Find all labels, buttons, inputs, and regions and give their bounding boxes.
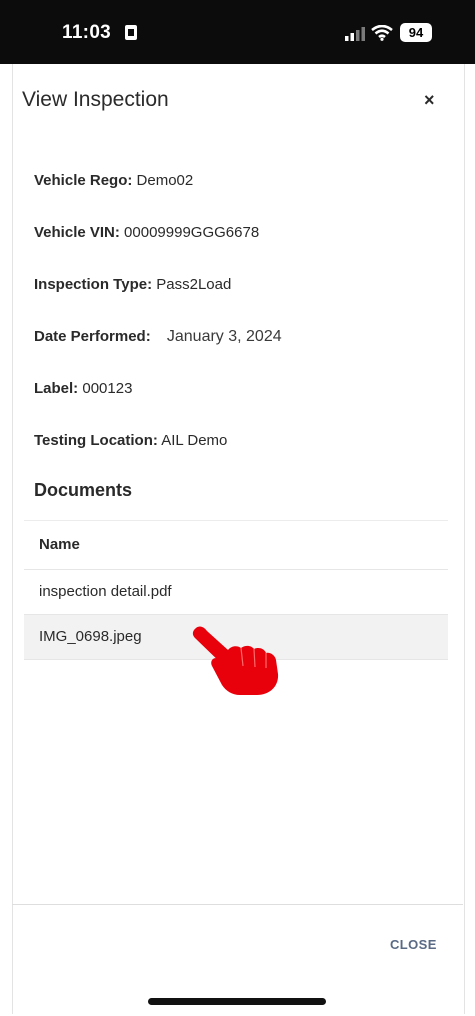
dialog-title: View Inspection <box>22 88 169 111</box>
date-performed-field: Date Performed: January 3, 2024 <box>34 328 282 346</box>
vehicle-vin-label: Vehicle VIN: <box>34 224 120 241</box>
vehicle-rego-value: Demo02 <box>136 172 194 189</box>
inspection-type-value: Pass2Load <box>156 276 232 293</box>
inspection-type-label: Inspection Type: <box>34 276 153 293</box>
footer-divider <box>12 904 463 905</box>
testing-location-value: AIL Demo <box>161 432 228 449</box>
status-bar: 11:03 94 <box>0 0 475 64</box>
testing-location-field: Testing Location: AIL Demo <box>34 432 227 449</box>
documents-heading: Documents <box>34 480 133 500</box>
sim-card-icon <box>125 25 137 40</box>
wifi-icon <box>371 25 393 41</box>
date-performed-label: Date Performed: <box>34 328 151 345</box>
home-indicator <box>148 998 326 1005</box>
document-row[interactable]: inspection detail.pdf <box>24 570 448 615</box>
vehicle-vin-value: 00009999GGG6678 <box>124 224 260 241</box>
vehicle-rego-label: Vehicle Rego: <box>34 172 133 189</box>
label-label: Label: <box>34 380 79 397</box>
pointing-hand-icon <box>192 626 279 695</box>
inspection-type-field: Inspection Type: Pass2Load <box>34 276 231 293</box>
label-field: Label: 000123 <box>34 380 132 397</box>
label-value: 000123 <box>82 380 133 397</box>
signal-icon <box>345 27 365 41</box>
status-time: 11:03 <box>62 22 112 43</box>
vehicle-vin-field: Vehicle VIN: 00009999GGG6678 <box>34 224 259 241</box>
testing-location-label: Testing Location: <box>34 432 158 449</box>
date-performed-value: January 3, 2024 <box>166 328 282 345</box>
vehicle-rego-field: Vehicle Rego: Demo02 <box>34 172 193 189</box>
battery-icon: 94 <box>400 23 432 42</box>
close-icon[interactable]: × <box>424 90 435 111</box>
close-button[interactable]: CLOSE <box>390 937 437 952</box>
documents-column-name: Name <box>24 521 448 570</box>
phone-screen: 11:03 94 View Inspection × Vehicle Rego:… <box>0 0 475 1016</box>
